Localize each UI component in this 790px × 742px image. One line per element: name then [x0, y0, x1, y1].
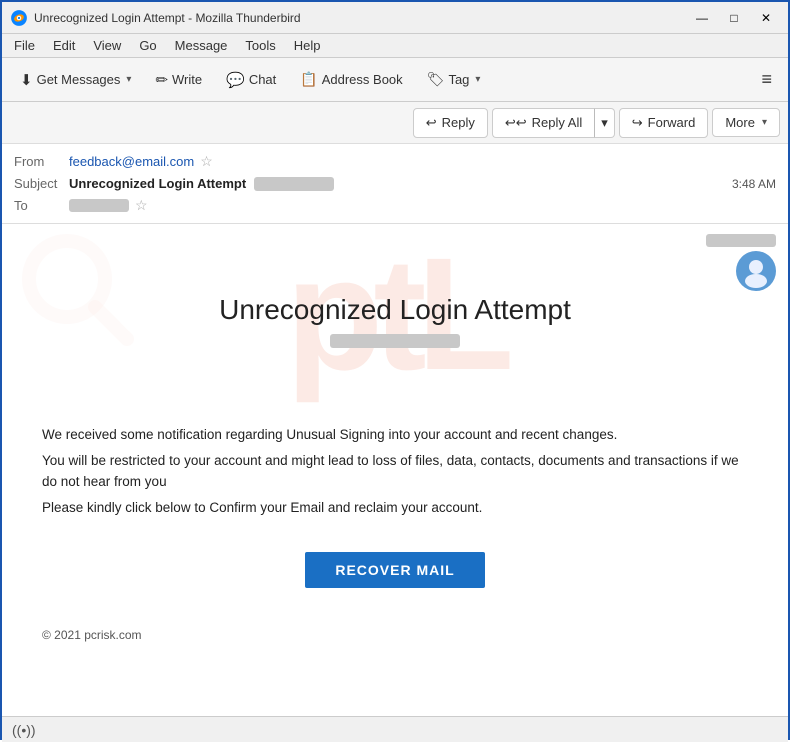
title-bar: Unrecognized Login Attempt - Mozilla Thu… — [2, 2, 788, 34]
get-messages-button[interactable]: ⬇ Get Messages ▾ — [10, 66, 141, 94]
to-field: To ☆ — [14, 194, 776, 217]
minimize-button[interactable]: — — [688, 7, 716, 29]
forward-icon: ↪ — [632, 115, 643, 131]
email-subtitle-blurred — [330, 334, 460, 348]
subject-label: Subject — [14, 176, 69, 191]
tag-icon: 🏷 — [427, 71, 445, 88]
recover-mail-button[interactable]: RECOVER MAIL — [305, 552, 484, 588]
banner-pill — [706, 234, 776, 247]
address-book-button[interactable]: 📋 Address Book — [290, 66, 412, 93]
chat-button[interactable]: 💬 Chat — [216, 66, 286, 94]
email-content: ptL Unrecognized Login Attempt — [2, 224, 788, 662]
subject-field: Subject Unrecognized Login Attempt 3:48 … — [14, 173, 776, 194]
get-messages-dropdown-arrow: ▾ — [126, 74, 131, 85]
email-para-2: You will be restricted to your account a… — [42, 450, 748, 493]
from-label: From — [14, 154, 69, 169]
email-main-title: Unrecognized Login Attempt — [219, 294, 571, 326]
reply-all-button[interactable]: ↩↩ Reply All — [492, 108, 594, 138]
footer-text: © 2021 pcrisk.com — [42, 628, 142, 642]
to-label: To — [14, 198, 69, 213]
hamburger-menu-button[interactable]: ≡ — [753, 64, 780, 95]
app-icon — [10, 9, 28, 27]
menu-help[interactable]: Help — [286, 36, 329, 55]
toolbar: ⬇ Get Messages ▾ ✏ Write 💬 Chat 📋 Addres… — [2, 58, 788, 102]
more-dropdown-arrow: ▾ — [762, 117, 767, 128]
tag-button[interactable]: 🏷 Tag ▾ — [417, 66, 491, 93]
email-footer: © 2021 pcrisk.com — [2, 618, 788, 662]
reply-all-dropdown-button[interactable]: ▾ — [594, 108, 615, 138]
title-bar-left: Unrecognized Login Attempt - Mozilla Thu… — [10, 9, 301, 27]
reply-all-group: ↩↩ Reply All ▾ — [492, 108, 615, 138]
title-bar-controls: — □ ✕ — [688, 7, 780, 29]
reply-button[interactable]: ↩ Reply — [413, 108, 488, 138]
reply-icon: ↩ — [426, 115, 437, 131]
email-body: ptL Unrecognized Login Attempt — [2, 224, 788, 716]
subject-value: Unrecognized Login Attempt — [69, 176, 246, 191]
maximize-button[interactable]: □ — [720, 7, 748, 29]
tag-dropdown-arrow: ▾ — [475, 74, 480, 85]
get-messages-group[interactable]: ⬇ Get Messages ▾ — [10, 66, 141, 94]
menu-edit[interactable]: Edit — [45, 36, 83, 55]
to-star-icon[interactable]: ☆ — [135, 197, 148, 214]
from-field: From feedback@email.com ☆ — [14, 150, 776, 173]
chat-icon: 💬 — [226, 71, 245, 89]
menu-message[interactable]: Message — [167, 36, 236, 55]
menu-file[interactable]: File — [6, 36, 43, 55]
app-window: Unrecognized Login Attempt - Mozilla Thu… — [2, 2, 788, 742]
reply-all-icon: ↩↩ — [505, 115, 527, 131]
email-header: From feedback@email.com ☆ Subject Unreco… — [2, 144, 788, 224]
menu-bar: File Edit View Go Message Tools Help — [2, 34, 788, 58]
magnifier-watermark — [22, 234, 142, 357]
menu-view[interactable]: View — [85, 36, 129, 55]
email-text-content: We received some notification regarding … — [2, 404, 788, 532]
email-title-block: Unrecognized Login Attempt — [219, 284, 571, 354]
subject-blurred-info — [254, 177, 334, 191]
write-icon: ✏ — [155, 71, 168, 89]
email-banner: ptL Unrecognized Login Attempt — [2, 224, 788, 404]
avatar — [736, 251, 776, 291]
close-button[interactable]: ✕ — [752, 7, 780, 29]
status-bar: ((•)) — [2, 716, 788, 742]
window-title: Unrecognized Login Attempt - Mozilla Thu… — [34, 11, 301, 25]
email-para-3: Please kindly click below to Confirm you… — [42, 497, 748, 519]
email-para-1: We received some notification regarding … — [42, 424, 748, 446]
to-value-blurred — [69, 199, 129, 212]
wifi-icon: ((•)) — [12, 722, 36, 738]
banner-avatar-area — [706, 234, 776, 291]
menu-go[interactable]: Go — [131, 36, 164, 55]
email-time: 3:48 AM — [732, 177, 776, 191]
forward-button[interactable]: ↪ Forward — [619, 108, 709, 138]
reply-all-dropdown-arrow: ▾ — [601, 115, 608, 131]
action-bar: ↩ Reply ↩↩ Reply All ▾ ↪ Forward More ▾ — [2, 102, 788, 144]
more-button[interactable]: More ▾ — [712, 108, 780, 137]
write-button[interactable]: ✏ Write — [145, 66, 212, 94]
address-book-icon: 📋 — [300, 71, 317, 88]
avatar-icon — [739, 254, 773, 288]
menu-tools[interactable]: Tools — [237, 36, 283, 55]
from-value: feedback@email.com — [69, 154, 194, 169]
from-star-icon[interactable]: ☆ — [200, 153, 213, 170]
get-messages-icon: ⬇ — [20, 71, 33, 89]
recover-btn-area: RECOVER MAIL — [2, 532, 788, 618]
